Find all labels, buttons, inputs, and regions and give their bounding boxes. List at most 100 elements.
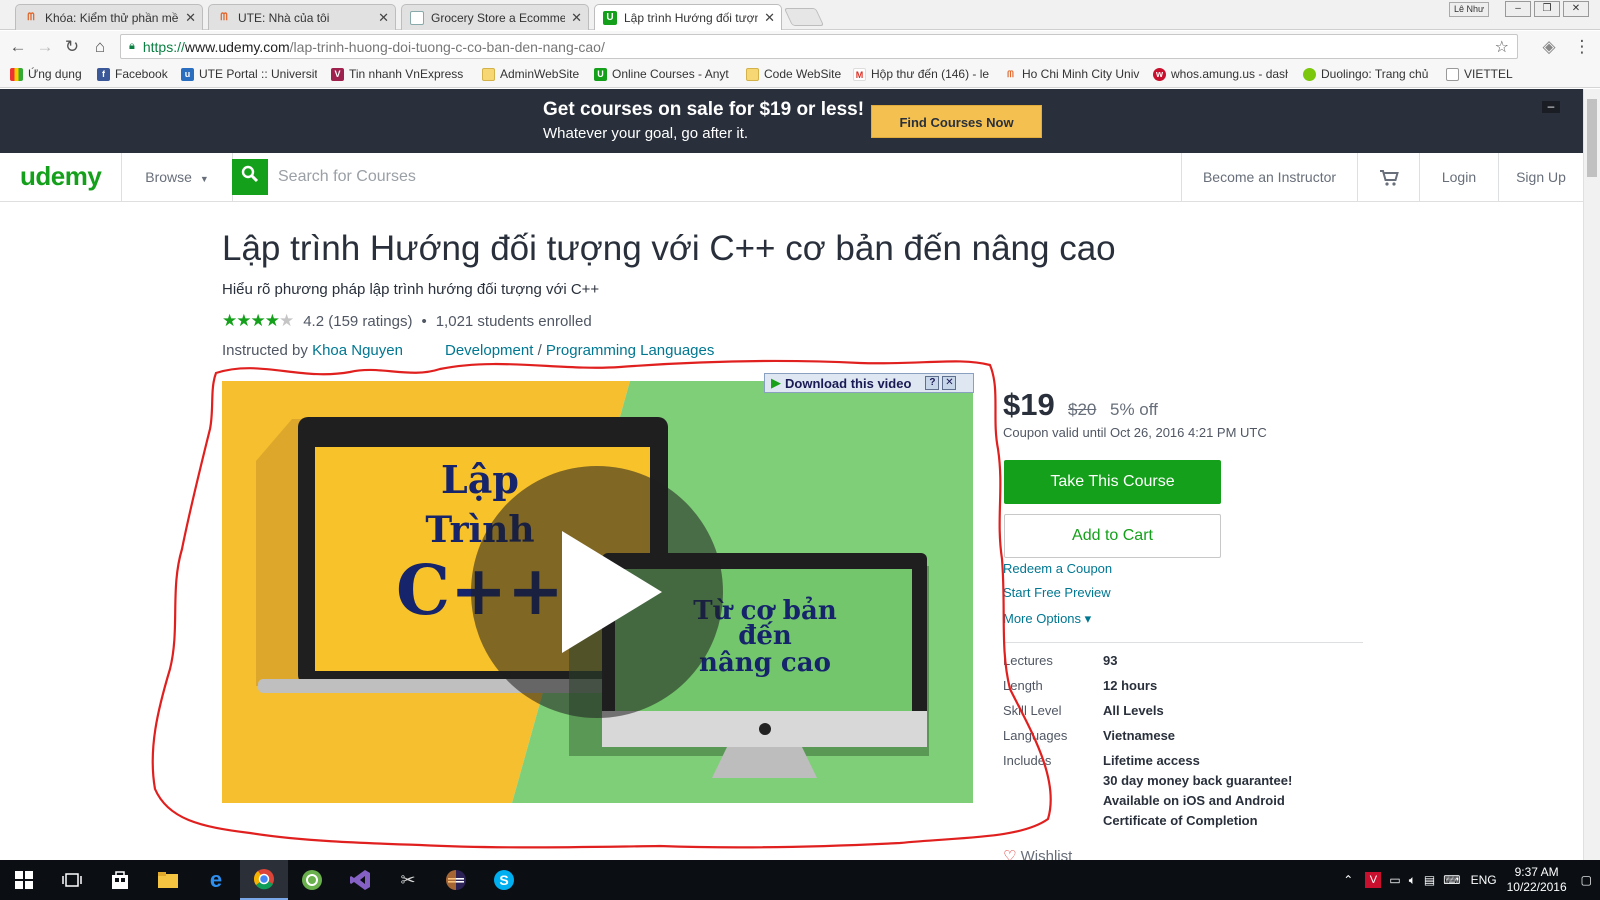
document-icon	[410, 10, 424, 25]
scrollbar-thumb[interactable]	[1587, 99, 1597, 177]
signup-link[interactable]: Sign Up	[1498, 153, 1583, 202]
back-icon[interactable]: ←	[6, 35, 30, 59]
cart-button[interactable]	[1357, 153, 1419, 202]
category-link[interactable]: Development	[445, 342, 533, 359]
instructor-line: Instructed by Khoa Nguyen	[222, 342, 403, 359]
volume-icon[interactable]: 🔈︎	[1409, 873, 1416, 888]
bookmark-star-icon[interactable]: ☆	[1495, 37, 1509, 57]
visual-studio-icon[interactable]	[336, 860, 384, 900]
site-header: udemy Browse ▼ Become an Instructor Logi…	[0, 153, 1583, 202]
browser-tab-active[interactable]: U Lập trình Hướng đối tượn ✕	[594, 4, 782, 30]
close-icon[interactable]: ✕	[942, 376, 957, 390]
chevron-up-icon[interactable]: ⌃	[1343, 873, 1353, 887]
login-link[interactable]: Login	[1419, 153, 1498, 202]
play-button-icon[interactable]	[471, 466, 723, 718]
maximize-icon[interactable]: ❐	[1534, 1, 1560, 17]
whos-amungus-icon: w	[1153, 67, 1166, 81]
bookmark-hcmc-univ[interactable]: ᗰ Ho Chi Minh City Univ	[1004, 67, 1142, 81]
profile-badge[interactable]: Lê Như	[1449, 2, 1489, 17]
task-view-icon[interactable]	[48, 860, 96, 900]
tab-title: Lập trình Hướng đối tượn	[624, 10, 759, 25]
file-explorer-icon[interactable]	[144, 860, 192, 900]
eclipse-icon[interactable]	[432, 860, 480, 900]
antivirus-icon[interactable]: V	[1365, 872, 1382, 888]
close-tab-icon[interactable]: ✕	[764, 10, 775, 26]
keyboard-icon[interactable]: ⌨	[1443, 873, 1460, 887]
bookmark-duolingo[interactable]: Duolingo: Trang chủ	[1303, 67, 1428, 81]
skype-icon[interactable]: S	[480, 860, 528, 900]
browser-toolbar: ← → ↻ ⌂ 🔒︎ https:// www.udemy.com /lap-t…	[0, 31, 1600, 63]
chrome-icon[interactable]	[240, 860, 288, 900]
udemy-logo[interactable]: udemy	[20, 161, 102, 192]
chrome-menu-icon[interactable]: ⋮	[1570, 35, 1594, 59]
minimize-icon[interactable]: –	[1505, 1, 1531, 17]
bookmark-viettel[interactable]: VIETTEL	[1446, 67, 1513, 81]
divider	[1003, 642, 1363, 643]
action-center-icon[interactable]: ▢	[1581, 873, 1592, 887]
browser-tab[interactable]: ᗰ UTE: Nhà của tôi ✕	[208, 4, 396, 30]
extension-icon[interactable]: ◈	[1537, 35, 1561, 59]
bookmark-gmail[interactable]: M Hộp thư đến (146) - le	[853, 67, 993, 81]
promo-collapse-button[interactable]: –	[1542, 100, 1560, 113]
length-value: 12 hours	[1103, 678, 1158, 693]
wishlist-button[interactable]: ♡ Wishlist	[1003, 847, 1072, 860]
length-label: Length	[1003, 678, 1043, 693]
close-tab-icon[interactable]: ✕	[378, 10, 389, 26]
search-input[interactable]	[268, 159, 868, 195]
home-icon[interactable]: ⌂	[88, 35, 112, 59]
students-enrolled: 1,021 students enrolled	[435, 312, 592, 330]
network-icon[interactable]: ▭	[1389, 873, 1400, 887]
download-video-label[interactable]: Download this video	[785, 376, 911, 391]
search-button[interactable]	[232, 159, 268, 195]
browser-tab[interactable]: Grocery Store a Ecomme ✕	[401, 4, 589, 30]
rating-text[interactable]: 4.2 (159 ratings)	[303, 313, 412, 330]
tab-title: Khóa: Kiểm thử phần mề	[45, 10, 179, 25]
wishlist-label: Wishlist	[1020, 848, 1073, 860]
find-courses-button[interactable]: Find Courses Now	[871, 105, 1042, 138]
tools-icon[interactable]: ✂	[384, 860, 432, 900]
bookmark-code-website[interactable]: Code WebSite	[746, 67, 841, 81]
bookmark-whos-amungus[interactable]: w whos.amung.us - dash	[1153, 67, 1288, 81]
browser-tab[interactable]: ᗰ Khóa: Kiểm thử phần mề ✕	[15, 4, 203, 30]
reload-icon[interactable]: ↻	[60, 35, 84, 59]
address-bar[interactable]: 🔒︎ https:// www.udemy.com /lap-trinh-huo…	[120, 34, 1518, 59]
take-this-course-button[interactable]: Take This Course	[1004, 460, 1221, 504]
close-tab-icon[interactable]: ✕	[571, 10, 582, 26]
language-indicator[interactable]: ENG	[1471, 873, 1497, 887]
start-free-preview-link[interactable]: Start Free Preview	[1003, 585, 1111, 600]
download-video-bar[interactable]: ▶ Download this video ? ✕	[764, 373, 974, 393]
promo-headline: Get courses on sale for $19 or less!	[543, 99, 865, 120]
store-icon[interactable]	[96, 860, 144, 900]
subcategory-link[interactable]: Programming Languages	[546, 342, 714, 359]
bookmark-ute-portal[interactable]: u UTE Portal :: University	[181, 67, 317, 81]
bookmark-apps[interactable]: Ứng dụng	[10, 67, 82, 81]
close-tab-icon[interactable]: ✕	[185, 10, 196, 26]
folder-icon	[482, 67, 495, 81]
bookmark-label: whos.amung.us - dash	[1171, 67, 1288, 81]
course-preview-video[interactable]: Lập Trình C++ Từ cơ bản đến nâng cao	[222, 381, 973, 803]
windows-start-icon[interactable]	[0, 860, 48, 900]
become-instructor-link[interactable]: Become an Instructor	[1181, 153, 1357, 202]
clock[interactable]: 9:37 AM 10/22/2016	[1507, 865, 1567, 895]
close-window-icon[interactable]: ✕	[1563, 1, 1589, 17]
bookmark-adminwebsite[interactable]: AdminWebSite	[482, 67, 579, 81]
more-options-link[interactable]: More Options ▾	[1003, 611, 1091, 627]
instructor-link[interactable]: Khoa Nguyen	[312, 342, 403, 359]
greenshot-icon[interactable]	[288, 860, 336, 900]
new-tab-button[interactable]	[783, 8, 825, 26]
edge-icon[interactable]: e	[192, 860, 240, 900]
browse-menu[interactable]: Browse ▼	[121, 153, 233, 202]
windows-taskbar: e ✂ S ⌃ V ▭ 🔈︎ ▤ ⌨ ENG 9:37 AM 10/22/201…	[0, 860, 1600, 900]
vnexpress-icon: V	[331, 67, 344, 81]
notification-icon[interactable]: ▤	[1424, 873, 1435, 887]
bookmark-vnexpress[interactable]: V Tin nhanh VnExpress -	[331, 67, 466, 81]
course-subtitle: Hiểu rõ phương pháp lập trình hướng đối …	[222, 281, 600, 298]
forward-icon[interactable]: →	[33, 35, 57, 59]
redeem-coupon-link[interactable]: Redeem a Coupon	[1003, 561, 1112, 576]
bookmark-online-courses[interactable]: U Online Courses - Anyt	[594, 67, 732, 81]
page-scrollbar[interactable]	[1583, 89, 1600, 860]
help-icon[interactable]: ?	[925, 376, 940, 390]
includes-item: Available on iOS and Android	[1103, 793, 1285, 808]
bookmark-facebook[interactable]: f Facebook	[97, 67, 168, 81]
add-to-cart-button[interactable]: Add to Cart	[1004, 514, 1221, 558]
